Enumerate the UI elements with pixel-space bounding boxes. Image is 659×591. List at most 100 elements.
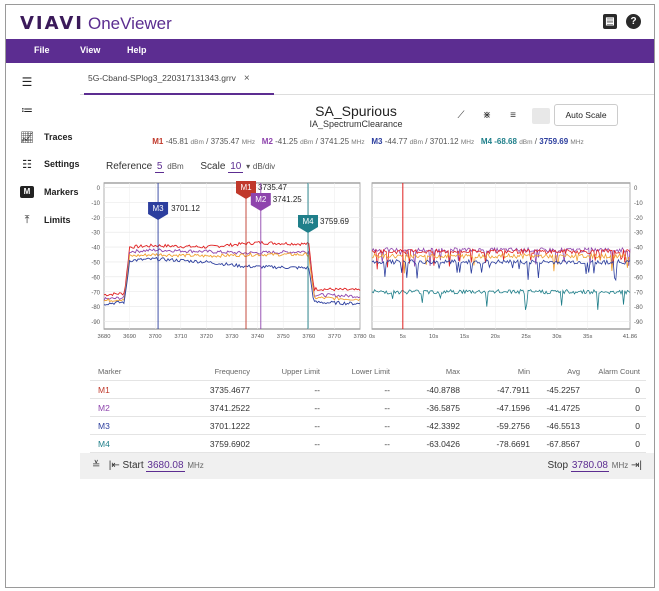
menu-view[interactable]: View [80, 45, 100, 55]
table-cell-min: -47.1596 [496, 403, 530, 413]
table-row[interactable]: M3 3701.1222 -- -- -42.3392 -59.2756 -46.5513 0 [90, 417, 646, 435]
marker-readout: M1 -45.81 dBm / 3735.47 MHz M2 -41.25 dB… [80, 137, 654, 146]
marker-value-label: 3759.69 [320, 217, 349, 226]
table-cell-lower-limit: -- [384, 385, 390, 395]
readout-m4-name: M4 [480, 137, 493, 146]
x-tick-label: 3720 [200, 334, 213, 340]
marker-value-label: 3735.47 [258, 183, 287, 192]
stop-value[interactable]: 3780.08 [570, 460, 609, 472]
notes-icon[interactable]: ▤ [603, 14, 617, 29]
col-alarm-count: Alarm Count [598, 367, 640, 376]
sidebar-item-traces[interactable]: 📈︎ Traces [20, 130, 73, 144]
table-cell-frequency: 3759.6902 [209, 439, 250, 449]
start-unit: MHz [187, 461, 204, 470]
marker-value-label: 3701.12 [171, 204, 200, 213]
stop-unit: MHz [611, 461, 629, 470]
scale-unit: dB/div [252, 162, 276, 171]
x-tick-label: 30s [552, 334, 561, 340]
y-tick-label: 0 [634, 186, 638, 192]
x-tick-label: 3770 [328, 334, 341, 340]
x-tick-label: 3760 [302, 334, 315, 340]
table-row[interactable]: M1 3735.4677 -- -- -40.8788 -47.7911 -45.2257 0 [90, 381, 646, 399]
table-cell-lower-limit: -- [384, 439, 390, 449]
skip-end-icon[interactable]: ⇥| [631, 460, 642, 471]
y-tick-label: -50 [634, 260, 643, 266]
menu-help[interactable]: Help [127, 45, 147, 55]
table-cell-marker: M2 [98, 403, 110, 413]
reference-label: Reference [106, 161, 153, 172]
stop-label: Stop [547, 460, 569, 471]
y-tick-label: -70 [91, 290, 100, 296]
separator: / [206, 137, 209, 146]
y-tick-label: -10 [91, 201, 100, 207]
sidebar-menu-toggle[interactable]: ☰ [20, 75, 34, 89]
x-tick-label: 35s [583, 334, 592, 340]
y-tick-label: -40 [91, 246, 100, 252]
frequency-footer: ≚ |⇤ Start 3680.08 MHz Stop 3780.08 MHz … [80, 453, 654, 479]
stop-control: Stop 3780.08 MHz ⇥| [547, 460, 642, 472]
marker-readout-m4: M4 -68.68 dBm / 3759.69 MHz [481, 137, 584, 146]
table-cell-alarm-count: 0 [635, 421, 640, 431]
unit-dbm: dBm [190, 139, 204, 146]
plot-title: SA_Spurious [315, 103, 397, 119]
sidebar-item-label: Settings [44, 159, 80, 169]
peak-search-icon[interactable]: ⋇ [478, 108, 496, 124]
menu-file[interactable]: File [34, 45, 50, 55]
close-icon[interactable]: × [244, 73, 250, 84]
x-tick-label: 3730 [226, 334, 239, 340]
marker-flag-label: M4 [302, 217, 314, 226]
sidebar-list-toggle[interactable]: ≔ [20, 103, 34, 117]
app-header: VIAVI OneViewer ▤ ? [6, 5, 654, 39]
x-tick-label: 3710 [174, 334, 187, 340]
table-cell-min: -47.7911 [497, 385, 530, 395]
y-tick-label: -30 [91, 231, 100, 237]
marker-readout-m1: M1 -45.81 dBm / 3735.47 MHz [152, 137, 257, 146]
help-icon[interactable]: ? [626, 14, 641, 29]
table-cell-frequency: 3701.1222 [209, 421, 250, 431]
marker-table: Marker Frequency Upper Limit Lower Limit… [90, 363, 646, 453]
readout-m4-dbm: -68.68 [494, 137, 517, 146]
start-label: Start [122, 460, 144, 471]
auto-scale-button[interactable]: Auto Scale [554, 104, 618, 126]
table-cell-alarm-count: 0 [635, 439, 640, 449]
x-tick-label: 3700 [149, 334, 162, 340]
x-tick-label: 3780 [354, 334, 367, 340]
table-cell-frequency: 3741.2522 [209, 403, 250, 413]
marker-value-label: 3741.25 [273, 195, 302, 204]
y-tick-label: -10 [634, 201, 643, 207]
unit-dbm: dBm [300, 139, 314, 146]
scale-value[interactable]: 10 [228, 161, 244, 173]
table-cell-marker: M3 [98, 421, 110, 431]
line-chart-icon[interactable]: ⟋ [452, 108, 470, 124]
chevron-down-icon[interactable]: ▾ [246, 162, 250, 171]
sidebar-item-markers[interactable]: M Markers [20, 185, 79, 199]
table-row[interactable]: M4 3759.6902 -- -- -63.0426 -78.6691 -67.8567 0 [90, 435, 646, 453]
menu-lines-icon[interactable]: ≚ [92, 460, 100, 471]
table-cell-lower-limit: -- [384, 403, 390, 413]
reference-value[interactable]: 5 [154, 161, 165, 173]
marker-flag-label: M2 [255, 195, 267, 204]
table-cell-upper-limit: -- [314, 439, 320, 449]
reference-scale-row: Reference 5 dBm Scale 10 ▾ dB/div [106, 161, 276, 173]
sidebar-item-settings[interactable]: ☷ Settings [20, 157, 80, 171]
sidebar-item-limits[interactable]: ⤒ Limits [20, 213, 71, 227]
y-tick-label: -80 [91, 305, 100, 311]
table-cell-max: -42.3392 [426, 421, 460, 431]
table-row[interactable]: M2 3741.2522 -- -- -36.5875 -47.1596 -41.4725 0 [90, 399, 646, 417]
chart-icon: 📈︎ [20, 131, 34, 144]
app-window: VIAVI OneViewer ▤ ? File View Help ☰ ≔ 📈… [5, 4, 655, 588]
bars-icon[interactable]: ≡ [504, 108, 522, 124]
tab-file[interactable]: 5G-Cband-SPlog3_220317131343.grrv × [84, 63, 274, 95]
sidebar-item-label: Markers [44, 187, 79, 197]
skip-start-icon[interactable]: |⇤ [109, 460, 120, 471]
marker-flag-label: M1 [240, 183, 252, 192]
readout-m1-name: M1 [152, 137, 164, 146]
reference-unit: dBm [167, 162, 184, 171]
sliders-icon: ☷ [22, 158, 32, 171]
spectrum-plot[interactable]: 0 -10 -20 -30 -40 -50 -60 -70 -80 -90 0 -10 -20 -30 -4… [80, 179, 655, 355]
start-value[interactable]: 3680.08 [146, 460, 185, 472]
trace-active-icon[interactable] [532, 108, 550, 124]
table-cell-alarm-count: 0 [635, 385, 640, 395]
y-tick-label: 0 [97, 186, 101, 192]
unit-mhz: MHz [460, 139, 475, 146]
